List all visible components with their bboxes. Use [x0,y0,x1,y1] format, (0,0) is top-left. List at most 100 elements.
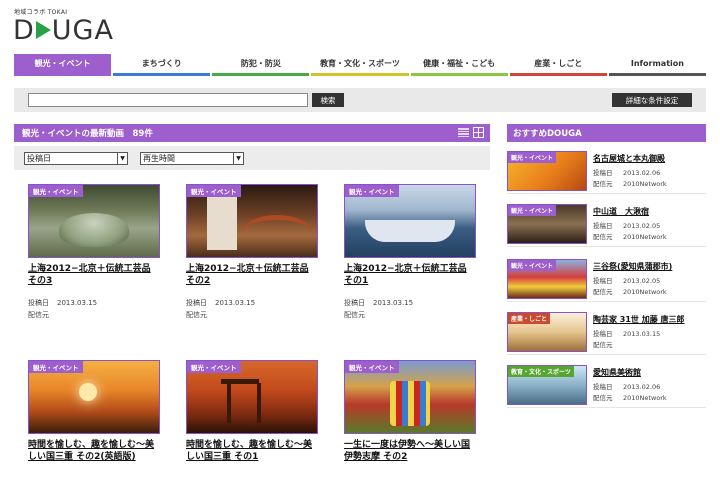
recommended-item[interactable]: 観光・イベント 中山道 大湫宿 投稿日 2013.02.05 配信元 2010Net… [507,201,706,247]
video-thumbnail[interactable]: 観光・イベント [28,184,160,258]
recommended-title-link[interactable]: 愛知県美術館 [593,367,641,378]
date-label: 投稿日 [593,169,613,177]
nav-crime-disaster[interactable]: 防犯・防災 [212,54,310,76]
nav-information[interactable]: Information [608,54,706,76]
date-label: 投稿日 [593,277,613,285]
video-card[interactable]: 観光・イベント 一生に一度は伊勢へ〜美しい国伊勢志摩 その2 [344,360,476,463]
advanced-search-button[interactable]: 詳細な条件設定 [612,93,692,107]
date-label: 投稿日 [186,299,207,307]
video-card[interactable]: 観光・イベント 上海2012−北京＋伝統工芸品 その2 投稿日 2013.03.1… [186,184,318,321]
recommended-thumbnail[interactable]: 観光・イベント [507,204,587,244]
post-date: 2013.03.15 [373,299,414,307]
view-toggle [458,127,484,138]
recommended-thumbnail[interactable]: 教育・文化・スポーツ [507,365,587,405]
video-thumbnail[interactable]: 観光・イベント [186,184,318,258]
category-tag: 観光・イベント [345,185,399,197]
video-title-link[interactable]: 上海2012−北京＋伝統工芸品 その3 [28,263,160,287]
date-label: 投稿日 [593,330,613,338]
video-title-link[interactable]: 一生に一度は伊勢へ〜美しい国伊勢志摩 その2 [344,439,476,463]
filter-bar: 投稿日 ▼ 再生時間 ▼ [14,146,490,170]
video-title-link[interactable]: 時間を愉しむ、趣を愉しむ〜美しい国三重 その2(英語版) [28,439,160,463]
site-logo[interactable]: D UGA [13,15,114,46]
recommended-title-link[interactable]: 名古屋城と本丸御殿 [593,153,665,164]
recommended-thumbnail[interactable]: 産業・しごと [507,312,587,352]
video-title-link[interactable]: 上海2012−北京＋伝統工芸品 その1 [344,263,476,287]
source-label: 配信元 [344,311,365,319]
video-meta: 投稿日 2013.03.15 配信元 [28,297,160,321]
source-value: 2010Network [623,394,667,402]
recommended-title-link[interactable]: 陶芸家 31世 加藤 唐三郎 [593,314,685,325]
list-view-icon[interactable] [458,127,469,138]
recommended-item[interactable]: 観光・イベント 三谷祭(愛知県蒲郡市) 投稿日 2013.02.05 配信元 201… [507,256,706,302]
nav-health-welfare-kids[interactable]: 健康・福祉・こども [410,54,508,76]
recommended-thumbnail[interactable]: 観光・イベント [507,259,587,299]
video-thumbnail[interactable]: 観光・イベント [344,360,476,434]
video-thumbnail[interactable]: 観光・イベント [344,184,476,258]
search-input[interactable] [28,93,308,107]
post-date: 2013.02.06 [623,383,661,391]
recommended-title-link[interactable]: 中山道 大湫宿 [593,206,649,217]
video-card[interactable]: 観光・イベント 上海2012−北京＋伝統工芸品 その3 投稿日 2013.03.1… [28,184,160,321]
recommended-meta: 投稿日 2013.02.06 配信元 2010Network [593,168,667,190]
post-date: 2013.03.15 [215,299,256,307]
source-label: 配信元 [593,180,613,188]
date-label: 投稿日 [593,222,613,230]
video-card[interactable]: 観光・イベント 時間を愉しむ、趣を愉しむ〜美しい国三重 その2(英語版) [28,360,160,463]
logo-right: UGA [51,15,114,46]
recommended-title-link[interactable]: 三谷祭(愛知県蒲郡市) [593,261,672,272]
category-tag: 観光・イベント [29,185,83,197]
nav-education-culture-sports[interactable]: 教育・文化・スポーツ [311,54,409,76]
date-label: 投稿日 [593,383,613,391]
source-label: 配信元 [593,288,613,296]
grid-view-icon[interactable] [473,127,484,138]
recommended-thumbnail[interactable]: 観光・イベント [507,151,587,191]
source-label: 配信元 [593,233,613,241]
category-tag: 観光・イベント [345,361,399,373]
source-label: 配信元 [593,341,613,349]
source-value: 2010Network [623,180,667,188]
recommended-item[interactable]: 産業・しごと 陶芸家 31世 加藤 唐三郎 投稿日 2013.03.15 配信元 [507,309,706,355]
category-nav: 観光・イベント まちづくり 防犯・防災 教育・文化・スポーツ 健康・福祉・こども… [14,54,706,76]
nav-industry-work[interactable]: 産業・しごと [509,54,607,76]
category-tag: 観光・イベント [29,361,83,373]
recommended-meta: 投稿日 2013.02.05 配信元 2010Network [593,221,667,243]
video-card[interactable]: 観光・イベント 時間を愉しむ、趣を愉しむ〜美しい国三重 その1 [186,360,318,463]
duration-select[interactable]: 再生時間 ▼ [140,152,244,165]
video-thumbnail[interactable]: 観光・イベント [186,360,318,434]
nav-tourism-events[interactable]: 観光・イベント [14,54,112,76]
category-tag: 観光・イベント [187,185,241,197]
sort-select[interactable]: 投稿日 ▼ [24,152,128,165]
source-label: 配信元 [186,311,207,319]
source-label: 配信元 [28,311,49,319]
date-label: 投稿日 [28,299,49,307]
post-date: 2013.02.06 [623,169,661,177]
recommended-item[interactable]: 観光・イベント 名古屋城と本丸御殿 投稿日 2013.02.06 配信元 2010N… [507,148,706,194]
video-title-link[interactable]: 時間を愉しむ、趣を愉しむ〜美しい国三重 その1 [186,439,318,463]
category-tag: 観光・イベント [508,205,557,216]
duration-select-value: 再生時間 [143,154,175,163]
recommended-meta: 投稿日 2013.02.05 配信元 2010Network [593,276,667,298]
main-heading-text: 観光・イベントの最新動画 89件 [22,129,153,139]
main-heading: 観光・イベントの最新動画 89件 [14,124,490,142]
search-button[interactable]: 検索 [312,93,344,107]
video-card[interactable]: 観光・イベント 上海2012−北京＋伝統工芸品 その1 投稿日 2013.03.1… [344,184,476,321]
sort-select-value: 投稿日 [27,154,51,163]
nav-town-planning[interactable]: まちづくり [113,54,211,76]
chevron-down-icon: ▼ [233,153,243,164]
source-value: 2010Network [623,288,667,296]
chevron-down-icon: ▼ [117,153,127,164]
video-title-link[interactable]: 上海2012−北京＋伝統工芸品 その2 [186,263,318,287]
date-label: 投稿日 [344,299,365,307]
recommended-item[interactable]: 教育・文化・スポーツ 愛知県美術館 投稿日 2013.02.06 配信元 2010N… [507,362,706,408]
recommended-meta: 投稿日 2013.03.15 配信元 [593,329,660,351]
post-date: 2013.03.15 [623,330,661,338]
category-tag: 教育・文化・スポーツ [508,366,574,377]
recommended-meta: 投稿日 2013.02.06 配信元 2010Network [593,382,667,404]
source-value: 2010Network [623,233,667,241]
play-icon [35,20,51,39]
search-bar: 検索 詳細な条件設定 [14,88,706,112]
video-thumbnail[interactable]: 観光・イベント [28,360,160,434]
logo-left: D [13,15,35,46]
category-tag: 観光・イベント [508,152,557,163]
post-date: 2013.02.05 [623,222,661,230]
